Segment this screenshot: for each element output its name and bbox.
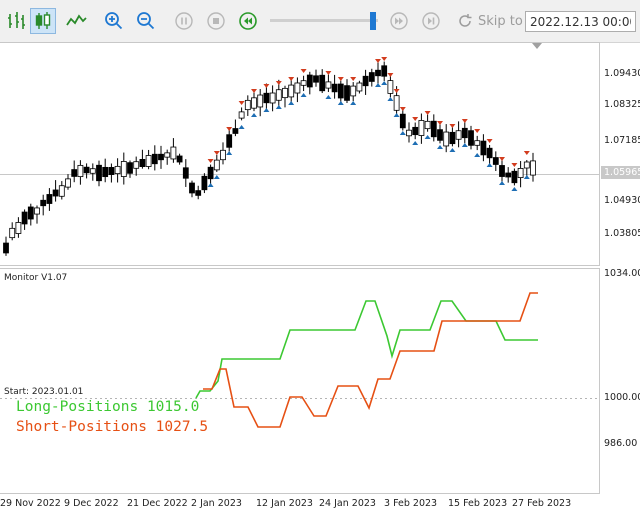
short-positions-label: Short-Positions 1027.5 bbox=[16, 419, 209, 435]
indicator-tick: 1000.00 bbox=[604, 392, 640, 403]
price-tick: 1.04930 bbox=[604, 195, 640, 206]
time-tick: 21 Dec 2022 bbox=[127, 498, 188, 509]
time-tick: 27 Feb 2023 bbox=[512, 498, 572, 509]
time-tick: 9 Dec 2022 bbox=[64, 498, 119, 509]
price-tick: 1.07185 bbox=[604, 135, 640, 146]
indicator-tick: 986.00 bbox=[604, 438, 638, 449]
rewind-icon bbox=[239, 12, 257, 30]
zoom-out-icon bbox=[137, 12, 155, 30]
pause-icon bbox=[175, 12, 193, 30]
speed-slider-thumb[interactable] bbox=[370, 12, 376, 30]
step-end-icon bbox=[422, 12, 440, 30]
start-label: Start: 2023.01.01 bbox=[4, 387, 84, 397]
time-axis[interactable]: 29 Nov 2022 9 Dec 2022 21 Dec 2022 2 Jan… bbox=[0, 494, 640, 522]
indicator-chart bbox=[0, 292, 600, 428]
candles bbox=[3, 61, 536, 256]
indicator-scale[interactable]: 1034.00 1000.00 986.00 bbox=[600, 268, 640, 494]
price-tick: 1.03805 bbox=[604, 228, 640, 239]
scroll-marker-icon bbox=[532, 43, 542, 49]
short-positions-line bbox=[203, 292, 538, 428]
speed-slider-track[interactable] bbox=[270, 19, 378, 22]
step-end-button[interactable] bbox=[418, 8, 444, 34]
price-chart bbox=[0, 43, 600, 256]
current-price-label: 1.05965 bbox=[601, 166, 640, 179]
price-scale[interactable]: 1.09430 1.08325 1.07185 1.05965 1.04930 … bbox=[600, 42, 640, 266]
stop-button[interactable] bbox=[203, 8, 229, 34]
time-tick: 15 Feb 2023 bbox=[448, 498, 508, 509]
price-tick: 1.08325 bbox=[604, 99, 640, 110]
line-chart-icon bbox=[66, 14, 87, 26]
skip-to-label: Skip to bbox=[478, 13, 523, 29]
candlestick-chart-icon bbox=[35, 12, 51, 29]
indicator-title: Monitor V1.07 bbox=[4, 273, 68, 283]
zoom-in-button[interactable] bbox=[101, 8, 127, 34]
toolbar: Skip to bbox=[0, 0, 640, 43]
zoom-in-icon bbox=[105, 12, 123, 30]
stop-icon bbox=[207, 12, 225, 30]
time-tick: 29 Nov 2022 bbox=[0, 498, 61, 509]
trade-arrows bbox=[207, 57, 530, 191]
pause-button[interactable] bbox=[171, 8, 197, 34]
bar-chart-button[interactable] bbox=[3, 8, 29, 34]
long-positions-label: Long-Positions 1015.0 bbox=[16, 399, 200, 415]
indicator-pane[interactable]: Monitor V1.07 Start: 2023.01.01 Long-Pos… bbox=[0, 268, 600, 494]
time-tick: 2 Jan 2023 bbox=[191, 498, 242, 509]
skip-to-button[interactable]: Skip to bbox=[456, 10, 523, 32]
long-positions-line bbox=[195, 300, 538, 399]
fast-forward-button[interactable] bbox=[386, 8, 412, 34]
fast-forward-icon bbox=[390, 12, 408, 30]
chart-area: 1.09430 1.08325 1.07185 1.05965 1.04930 … bbox=[0, 42, 640, 509]
line-chart-button[interactable] bbox=[63, 8, 89, 34]
zoom-out-button[interactable] bbox=[133, 8, 159, 34]
skip-to-date-input[interactable] bbox=[525, 11, 636, 32]
skip-to-icon bbox=[459, 14, 472, 27]
price-pane[interactable] bbox=[0, 42, 600, 266]
candlestick-chart-button[interactable] bbox=[30, 8, 56, 34]
time-tick: 3 Feb 2023 bbox=[384, 498, 438, 509]
rewind-button[interactable] bbox=[235, 8, 261, 34]
price-tick: 1.09430 bbox=[604, 68, 640, 79]
time-tick: 24 Jan 2023 bbox=[319, 498, 376, 509]
indicator-tick: 1034.00 bbox=[604, 268, 640, 279]
bar-chart-icon bbox=[8, 12, 25, 29]
time-tick: 12 Jan 2023 bbox=[256, 498, 313, 509]
